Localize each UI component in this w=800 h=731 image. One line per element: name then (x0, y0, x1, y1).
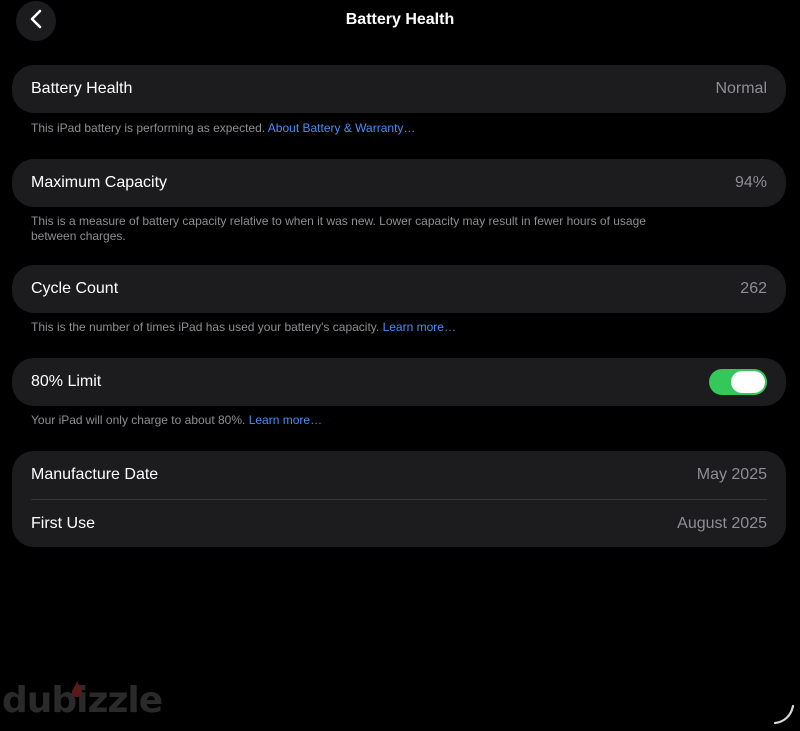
battery-health-card: Battery Health Normal (12, 65, 786, 113)
manufacture-date-label: Manufacture Date (31, 466, 159, 483)
cycle-count-row: Cycle Count 262 (12, 265, 786, 313)
battery-health-note: This iPad battery is performing as expec… (31, 121, 731, 136)
cycle-count-label: Cycle Count (31, 280, 119, 297)
max-capacity-note: This is a measure of battery capacity re… (31, 214, 646, 243)
first-use-label: First Use (31, 514, 95, 532)
manufacture-date-row: Manufacture Date May 2025 (12, 451, 786, 499)
resize-corner-icon (773, 704, 795, 725)
max-capacity-value: 94% (734, 174, 767, 191)
max-capacity-row: Maximum Capacity 94% (12, 159, 786, 207)
page-title: Battery Health (345, 11, 455, 28)
battery-health-label: Battery Health (31, 80, 133, 97)
about-battery-warranty-link[interactable]: About Battery & Warranty… (268, 121, 416, 135)
limit-card: 80% Limit (12, 358, 786, 406)
cycle-count-value: 262 (740, 280, 767, 297)
battery-health-row: Battery Health Normal (12, 65, 786, 113)
battery-health-value: Normal (715, 80, 767, 97)
flame-icon (71, 681, 83, 697)
limit-row: 80% Limit (12, 358, 786, 406)
cycle-count-card: Cycle Count 262 (12, 265, 786, 313)
first-use-value: August 2025 (677, 514, 767, 532)
cycle-count-note-text: This is the number of times iPad has use… (31, 320, 380, 334)
cycle-count-learn-more-link[interactable]: Learn more… (383, 320, 456, 334)
limit-learn-more-link[interactable]: Learn more… (249, 413, 322, 427)
limit-label: 80% Limit (31, 373, 102, 390)
dates-card: Manufacture Date May 2025 First Use Augu… (12, 451, 786, 547)
manufacture-date-value: May 2025 (696, 466, 767, 483)
toggle-knob (731, 371, 765, 393)
battery-health-note-text: This iPad battery is performing as expec… (31, 121, 266, 135)
max-capacity-label: Maximum Capacity (31, 174, 168, 191)
limit-note: Your iPad will only charge to about 80%.… (31, 413, 731, 428)
max-capacity-card: Maximum Capacity 94% (12, 159, 786, 207)
limit-note-text: Your iPad will only charge to about 80%. (31, 413, 246, 427)
cycle-count-note: This is the number of times iPad has use… (31, 320, 731, 335)
limit-toggle[interactable] (709, 369, 767, 395)
first-use-row: First Use August 2025 (12, 500, 786, 547)
